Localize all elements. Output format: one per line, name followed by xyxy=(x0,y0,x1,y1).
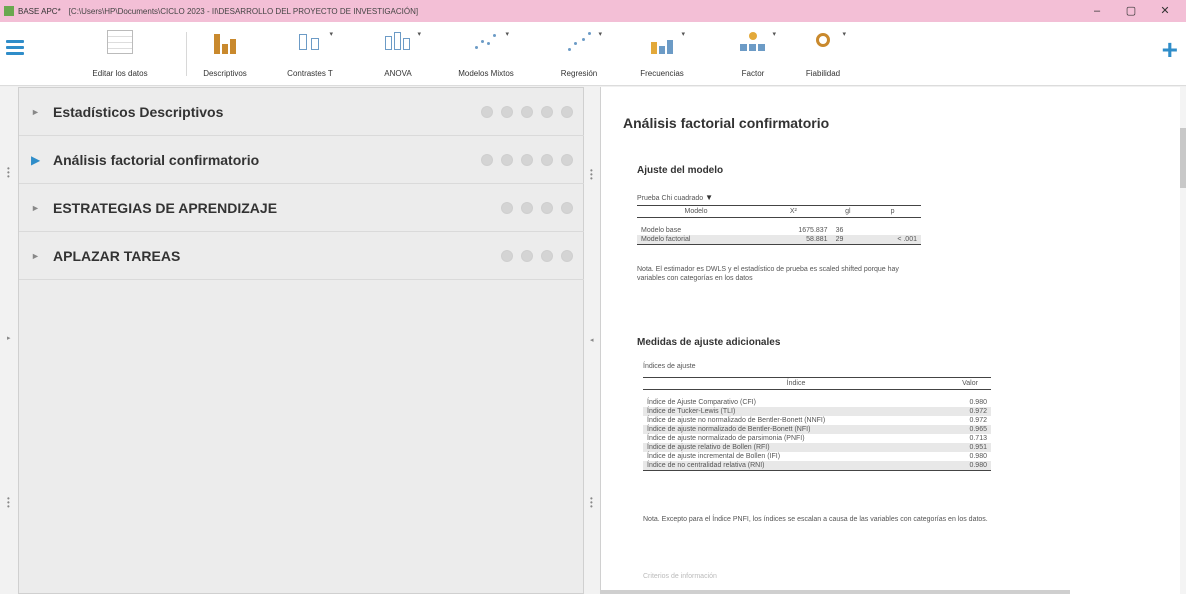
reliability-button[interactable]: ▾ Fiabilidad xyxy=(800,26,846,82)
fit-indices-title: Índices de ajuste xyxy=(643,363,696,370)
column-header: X² xyxy=(755,205,832,218)
minimize-button[interactable]: – xyxy=(1080,0,1114,22)
panel-splitter[interactable]: • • • ◂ • • • xyxy=(584,87,600,594)
grip-icon[interactable]: • • • xyxy=(7,165,10,181)
column-header: gl xyxy=(831,205,865,218)
table-row: Modelo base 1675.837 36 xyxy=(641,226,844,234)
status-circles xyxy=(493,249,573,262)
horizontal-scrollbar[interactable] xyxy=(600,590,1070,594)
edit-data-button[interactable]: Editar los datos xyxy=(70,26,170,82)
status-circles xyxy=(473,153,573,166)
frequencies-button[interactable]: ▾ Frecuencias xyxy=(634,26,690,82)
table-row: Índice de Tucker-Lewis (TLI) 0.972 xyxy=(643,406,991,416)
regression-button[interactable]: ▾ Regresión xyxy=(556,26,602,82)
analysis-title[interactable]: Análisis factorial confirmatorio xyxy=(53,152,259,168)
grip-icon[interactable]: • • • xyxy=(590,167,593,183)
analysis-title[interactable]: APLAZAR TAREAS xyxy=(53,248,180,264)
expand-arrow-icon[interactable]: ▸ xyxy=(7,335,11,342)
collapse-arrow-icon[interactable]: ► xyxy=(31,107,45,117)
table-row: Índice de ajuste no normalizado de Bentl… xyxy=(647,416,987,424)
anova-button[interactable]: ▾ ANOVA xyxy=(378,26,421,82)
factor-button[interactable]: ▾ Factor xyxy=(732,26,776,82)
chi-square-table: Modelo X² gl p Modelo base 1675.837 36 M… xyxy=(637,205,921,245)
table-row: Índice de ajuste normalizado de Bentler-… xyxy=(643,424,991,434)
reliability-icon: ▾ xyxy=(808,30,846,54)
anova-icon: ▾ xyxy=(383,30,421,54)
table-row: Índice de Ajuste Comparativo (CFI) 0.980 xyxy=(647,398,987,406)
title-bar: BASE APC* [C:\Users\HP\Documents\CICLO 2… xyxy=(0,0,1186,22)
column-header: p xyxy=(864,205,921,218)
column-header: Modelo xyxy=(637,205,756,218)
factor-icon: ▾ xyxy=(738,30,776,54)
table-row: Índice de no centralidad relativa (RNI) 0… xyxy=(643,460,991,471)
results-heading: Análisis factorial confirmatorio xyxy=(623,115,830,131)
information-criteria-heading: Criterios de información xyxy=(643,573,717,580)
analysis-row-active[interactable]: ▶ Análisis factorial confirmatorio xyxy=(19,136,585,184)
hamburger-menu-icon[interactable] xyxy=(6,40,24,56)
expand-arrow-icon[interactable]: ▶ xyxy=(31,153,45,167)
descriptives-button[interactable]: Descriptivos xyxy=(198,26,252,82)
analysis-title[interactable]: Estadísticos Descriptivos xyxy=(53,104,223,120)
toolbar-separator xyxy=(186,32,187,76)
app-name: BASE APC* xyxy=(18,6,61,16)
chi-square-note: Nota. El estimador es DWLS y el estadíst… xyxy=(637,266,899,282)
model-fit-heading: Ajuste del modelo xyxy=(637,165,724,176)
mixed-models-button[interactable]: ▾ Modelos Mixtos xyxy=(450,26,522,82)
dropdown-icon[interactable]: ▼ xyxy=(705,193,713,202)
table-row: Índice de ajuste normalizado de parsimon… xyxy=(647,434,987,442)
regression-icon: ▾ xyxy=(564,30,602,54)
additional-measures-heading: Medidas de ajuste adicionales xyxy=(637,337,781,348)
scrollbar-thumb[interactable] xyxy=(1180,128,1186,188)
ribbon-toolbar: Editar los datos Descriptivos ▾ Contrast… xyxy=(0,22,1186,86)
column-header: Índice xyxy=(643,377,950,390)
left-gutter: • • • ▸ • • • xyxy=(0,87,18,594)
chi-square-title[interactable]: Prueba Chi cuadrado ▼ xyxy=(637,193,713,202)
grip-icon-bottom[interactable]: • • • xyxy=(590,495,593,511)
collapse-arrow-icon[interactable]: ► xyxy=(31,251,45,261)
table-row: Índice de ajuste relativo de Bollen (RFI… xyxy=(643,442,991,452)
file-path: [C:\Users\HP\Documents\CICLO 2023 - II\D… xyxy=(68,6,419,16)
t-tests-button[interactable]: ▾ Contrastes T xyxy=(280,26,340,82)
chi-square-title-text: Prueba Chi cuadrado xyxy=(637,195,704,202)
table-row: Modelo factorial 58.881 29 < .001 xyxy=(637,234,921,245)
status-circles xyxy=(493,201,573,214)
collapse-arrow-icon[interactable]: ◂ xyxy=(590,337,594,344)
t-test-icon: ▾ xyxy=(295,30,333,54)
status-circles xyxy=(473,105,573,118)
analysis-row[interactable]: ► APLAZAR TAREAS xyxy=(19,232,585,280)
fit-indices-table: Índice Valor Índice de Ajuste Comparativ… xyxy=(643,377,991,471)
bar-chart-icon xyxy=(210,30,240,54)
analyses-panel: ► Estadísticos Descriptivos ▶ Análisis f… xyxy=(18,87,585,594)
add-module-button[interactable]: + xyxy=(1162,36,1178,64)
grip-icon-bottom[interactable]: • • • xyxy=(7,495,10,511)
fit-indices-note: Nota. Excepto para el Índice PNFI, los í… xyxy=(643,516,988,523)
collapse-arrow-icon[interactable]: ► xyxy=(31,203,45,213)
frequencies-icon: ▾ xyxy=(647,30,685,54)
close-button[interactable]: ✕ xyxy=(1148,0,1182,22)
mixed-models-icon: ▾ xyxy=(471,30,509,54)
column-header: Valor xyxy=(949,377,991,390)
table-row: Índice de ajuste incremental de Bollen (… xyxy=(647,452,987,460)
analysis-title[interactable]: ESTRATEGIAS DE APRENDIZAJE xyxy=(53,200,277,216)
table-icon xyxy=(107,30,133,54)
app-icon xyxy=(4,6,14,16)
results-panel: Análisis factorial confirmatorio Ajuste … xyxy=(600,87,1180,594)
maximize-button[interactable]: ▢ xyxy=(1114,0,1148,22)
analysis-row[interactable]: ► ESTRATEGIAS DE APRENDIZAJE xyxy=(19,184,585,232)
analysis-row[interactable]: ► Estadísticos Descriptivos xyxy=(19,88,585,136)
